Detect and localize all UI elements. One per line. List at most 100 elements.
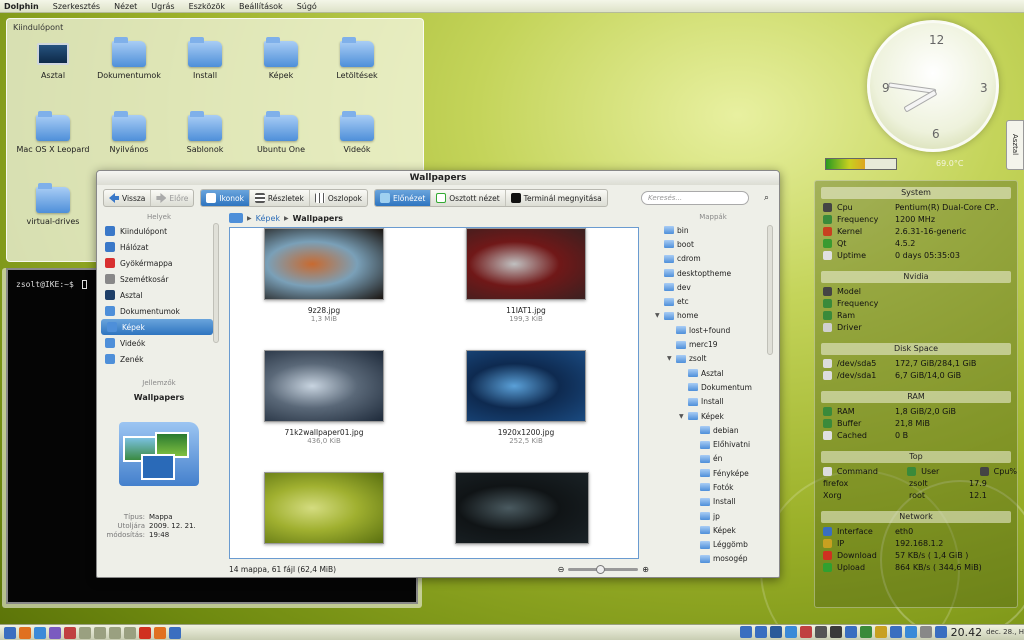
binoculars-icon[interactable]: ⌕ — [764, 193, 769, 203]
file-thumbnail[interactable] — [454, 472, 590, 550]
taskbar-launcher-icon[interactable] — [154, 626, 166, 639]
analog-clock-widget[interactable]: 12 3 6 9 — [867, 20, 999, 152]
desktop-icon[interactable]: Képek — [243, 37, 319, 80]
tray-icon[interactable] — [739, 626, 752, 638]
places-item[interactable]: Hálózat — [99, 239, 219, 255]
places-item[interactable]: Dokumentumok — [99, 303, 219, 319]
taskbar-clock[interactable]: 20.42 — [951, 626, 983, 639]
places-item[interactable]: Képek — [101, 319, 213, 335]
file-view[interactable]: 9z28.jpg 1,3 MiB 11IAT1.jpg 199,3 KiB 71k2wa… — [229, 227, 639, 559]
folder-tree-item[interactable]: boot — [655, 237, 777, 251]
desktop-icon[interactable]: Letöltések — [319, 37, 395, 80]
folder-tree-item[interactable]: desktoptheme — [655, 266, 777, 280]
menu-edit[interactable]: Szerkesztés — [53, 2, 100, 11]
folder-tree-item[interactable]: Léggömb — [655, 538, 777, 552]
taskbar-launcher-icon[interactable] — [79, 626, 91, 639]
taskbar-launcher-icon[interactable] — [64, 626, 76, 639]
folder-tree-item[interactable]: Előhivatni — [655, 437, 777, 451]
file-thumbnail[interactable]: 11IAT1.jpg 199,3 KiB — [464, 228, 588, 323]
app-menu-name[interactable]: Dolphin — [4, 2, 39, 11]
folder-tree-item[interactable]: dev — [655, 280, 777, 294]
open-terminal-button[interactable]: Terminál megnyitása — [506, 190, 607, 206]
search-input[interactable]: Keresés... — [641, 191, 749, 205]
tray-icon[interactable] — [844, 626, 857, 638]
taskbar-launcher-icon[interactable] — [124, 626, 136, 639]
tray-icon[interactable] — [799, 626, 812, 638]
folder-tree-item[interactable]: lost+found — [655, 323, 777, 337]
menu-go[interactable]: Ugrás — [151, 2, 174, 11]
folder-tree-item[interactable]: Install — [655, 495, 777, 509]
desktop-icon[interactable]: virtual-drives — [15, 183, 91, 226]
places-item[interactable]: Asztal — [99, 287, 219, 303]
file-thumbnail[interactable]: 9z28.jpg 1,3 MiB — [262, 228, 386, 323]
desktop-icon[interactable]: Install — [167, 37, 243, 80]
icons-view-button[interactable]: Ikonok — [201, 190, 250, 206]
taskbar-launcher-icon[interactable] — [49, 626, 61, 639]
details-view-button[interactable]: Részletek — [250, 190, 310, 206]
folder-tree-item[interactable]: merc19 — [655, 337, 777, 351]
breadcrumb-item[interactable]: Képek — [256, 214, 280, 223]
places-scrollbar[interactable] — [213, 223, 219, 343]
zoom-in-icon[interactable]: ⊕ — [642, 565, 649, 574]
desktop-icon[interactable]: Sablonok — [167, 111, 243, 154]
forward-button[interactable]: Előre — [151, 190, 193, 206]
menu-view[interactable]: Nézet — [114, 2, 137, 11]
desktop-icon[interactable]: Asztal — [15, 41, 91, 80]
chevron-down-icon[interactable]: ▼ — [679, 413, 685, 420]
folder-tree-item[interactable]: ▼ Képek — [655, 409, 777, 423]
desktop-icon[interactable]: Ubuntu One — [243, 111, 319, 154]
desktop-side-tab[interactable]: Asztal — [1006, 120, 1024, 170]
folder-tree-item[interactable]: etc — [655, 294, 777, 308]
folder-tree-item[interactable]: Képek — [655, 523, 777, 537]
taskbar-launcher-icon[interactable] — [4, 626, 16, 639]
zoom-slider[interactable] — [568, 565, 639, 574]
tray-icon[interactable] — [784, 626, 797, 638]
places-item[interactable]: Szemétkosár — [99, 271, 219, 287]
back-button[interactable]: Vissza — [104, 190, 152, 206]
folder-tree-item[interactable]: Install — [655, 395, 777, 409]
tray-icon[interactable] — [904, 626, 917, 638]
tray-icon[interactable] — [769, 626, 782, 638]
taskbar-launcher-icon[interactable] — [19, 626, 31, 639]
tray-icon[interactable] — [889, 626, 902, 638]
folders-scrollbar[interactable] — [767, 225, 773, 355]
places-item[interactable]: Videók — [99, 335, 219, 351]
folder-tree-item[interactable]: bin — [655, 223, 777, 237]
places-item[interactable]: Kiindulópont — [99, 223, 219, 239]
folder-tree-item[interactable]: Dokumentum — [655, 380, 777, 394]
menu-tools[interactable]: Eszközök — [189, 2, 225, 11]
file-thumbnail[interactable]: 71k2wallpaper01.jpg 436,0 KiB — [262, 350, 386, 445]
folder-tree-item[interactable]: jp — [655, 509, 777, 523]
taskbar-launcher-icon[interactable] — [109, 626, 121, 639]
folder-tree-item[interactable]: cdrom — [655, 252, 777, 266]
tray-icon[interactable] — [814, 626, 827, 638]
tray-icon[interactable] — [874, 626, 887, 638]
split-view-button[interactable]: Osztott nézet — [431, 190, 506, 206]
folder-tree-item[interactable]: Asztal — [655, 366, 777, 380]
menu-help[interactable]: Súgó — [297, 2, 317, 11]
taskbar-launcher-icon[interactable] — [94, 626, 106, 639]
tray-icon[interactable] — [934, 626, 947, 638]
taskbar-launcher-icon[interactable] — [169, 626, 181, 639]
zoom-out-icon[interactable]: ⊖ — [558, 565, 565, 574]
file-thumbnail[interactable] — [262, 472, 386, 550]
places-item[interactable]: Zenék — [99, 351, 219, 367]
places-item[interactable]: Gyökérmappa — [99, 255, 219, 271]
file-thumbnail[interactable]: 1920x1200.jpg 252,5 KiB — [464, 350, 588, 445]
menu-settings[interactable]: Beállítások — [239, 2, 283, 11]
folder-tree-item[interactable]: Fényképe — [655, 466, 777, 480]
folder-tree-item[interactable]: Fotók — [655, 480, 777, 494]
desktop-icon[interactable]: Videók — [319, 111, 395, 154]
preview-button[interactable]: Előnézet — [374, 190, 432, 206]
folder-tree-item[interactable]: ▼ zsolt — [655, 352, 777, 366]
chevron-down-icon[interactable]: ▼ — [655, 312, 661, 319]
taskbar-launcher-icon[interactable] — [139, 626, 151, 639]
desktop-icon[interactable]: Dokumentumok — [91, 37, 167, 80]
tray-icon[interactable] — [919, 626, 932, 638]
breadcrumb-current[interactable]: Wallpapers — [293, 214, 343, 223]
desktop-icon[interactable]: Nyilvános — [91, 111, 167, 154]
zoom-slider-knob[interactable] — [596, 565, 606, 574]
folder-tree-item[interactable]: ▼ home — [655, 309, 777, 323]
desktop-icon[interactable]: Mac OS X Leopard — [15, 111, 91, 154]
folder-tree-item[interactable]: debian — [655, 423, 777, 437]
